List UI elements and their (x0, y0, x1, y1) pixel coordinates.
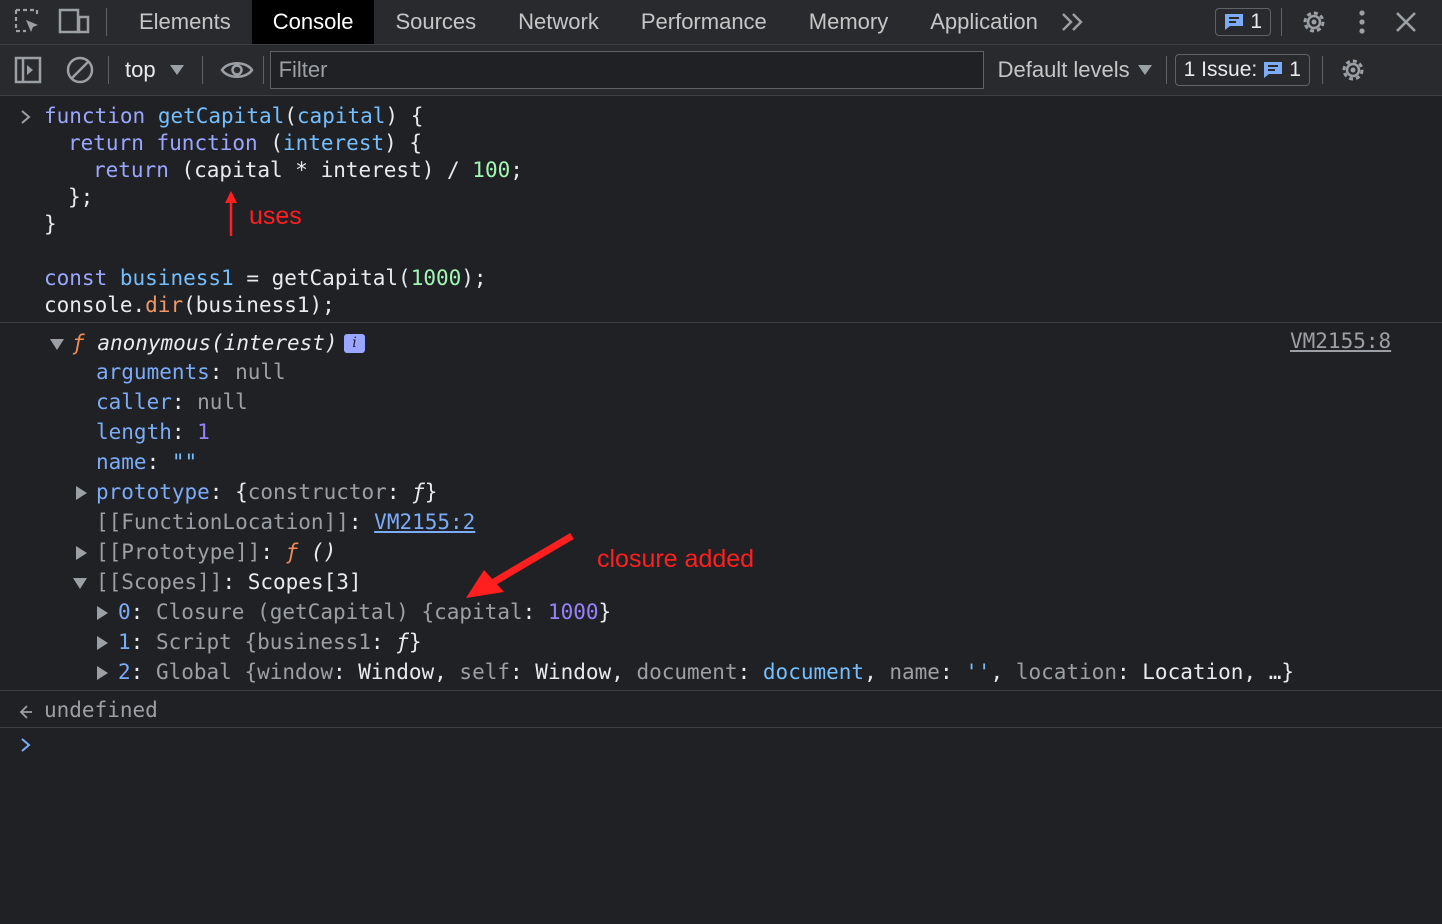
annotation-uses: uses (249, 202, 302, 230)
code-line-6: const business1 = getCapital(1000); (44, 266, 487, 290)
tab-performance[interactable]: Performance (620, 0, 788, 44)
divider (262, 56, 264, 84)
messages-count: 1 (1250, 10, 1262, 33)
message-icon (1225, 14, 1244, 30)
divider (1321, 56, 1323, 84)
tab-memory[interactable]: Memory (788, 0, 909, 44)
prop-scopes[interactable]: [[Scopes]]: Scopes[3] (96, 569, 362, 596)
prop-caller: caller: null (96, 390, 248, 414)
collapse-arrow-icon[interactable] (73, 578, 87, 589)
code-line-4: }; (68, 185, 94, 209)
annotation-arrow-up (225, 191, 237, 236)
devtools-tab-bar: Elements Console Sources Network Perform… (0, 0, 1442, 45)
prop-prototype[interactable]: prototype: {constructor: ƒ} (96, 479, 437, 506)
tab-console[interactable]: Console (251, 0, 375, 44)
prop-prototype-internal[interactable]: [[Prototype]]: ƒ () (96, 539, 336, 566)
annotation-closure-added: closure added (597, 545, 755, 573)
function-header[interactable]: ƒ anonymous(interest) (72, 330, 338, 357)
expand-arrow-icon[interactable] (76, 546, 87, 560)
message-divider (0, 322, 1442, 323)
message-divider (0, 690, 1442, 691)
tab-sources[interactable]: Sources (374, 0, 497, 44)
code-line-1: function getCapital(capital) { (44, 104, 424, 128)
live-expression-eye-icon[interactable] (219, 52, 255, 88)
console-prompt-input[interactable] (40, 732, 1420, 762)
prop-length: length: 1 (96, 420, 210, 444)
scope-closure[interactable]: 0: Closure (getCapital) {capital: 1000} (118, 599, 611, 626)
log-levels-dropdown[interactable]: Default levels (998, 57, 1152, 83)
code-line-7: console.dir(business1); (44, 293, 335, 317)
code-line-2: return function (interest) { (68, 131, 423, 155)
console-settings-gear-icon[interactable] (1335, 52, 1371, 88)
message-divider (0, 727, 1442, 728)
function-location-link[interactable]: VM2155:2 (374, 510, 475, 534)
code-line-5: } (44, 212, 57, 236)
prop-arguments: arguments: null (96, 360, 286, 384)
scope-script[interactable]: 1: Script {business1: ƒ} (118, 629, 422, 656)
input-prompt-chevron-icon (21, 110, 31, 124)
info-icon[interactable]: i (344, 334, 365, 353)
scope-global[interactable]: 2: Global {window: Window, self: Window,… (118, 659, 1294, 686)
tab-network[interactable]: Network (497, 0, 620, 44)
expand-arrow-icon[interactable] (97, 606, 108, 620)
expand-arrow-icon[interactable] (97, 666, 108, 680)
clear-console-icon[interactable] (62, 52, 98, 88)
divider (201, 56, 203, 84)
divider (1165, 56, 1167, 84)
inspect-element-icon[interactable] (10, 4, 46, 40)
issues-badge[interactable]: 1 Issue: 1 (1174, 54, 1310, 86)
expand-arrow-icon[interactable] (97, 636, 108, 650)
issue-message-icon (1264, 62, 1283, 78)
result-value: undefined (44, 698, 158, 722)
tab-elements[interactable]: Elements (115, 0, 252, 44)
divider (108, 56, 109, 84)
result-return-arrow-icon (19, 705, 32, 719)
context-label: top (125, 57, 156, 82)
issues-label: 1 Issue: (1183, 58, 1258, 81)
source-link[interactable]: VM2155:8 (1290, 328, 1391, 355)
dropdown-arrow-icon (169, 65, 184, 75)
prompt-chevron-icon (21, 738, 31, 752)
prop-name: name: "" (96, 450, 198, 474)
console-toolbar: top Filter Default levels 1 Issue: 1 (0, 45, 1442, 96)
settings-gear-icon[interactable] (1296, 4, 1332, 40)
prop-function-location: [[FunctionLocation]]: VM2155:2 (96, 510, 476, 534)
log-levels-label: Default levels (997, 57, 1130, 82)
sidebar-toggle-icon[interactable] (10, 52, 46, 88)
more-options-icon[interactable] (1344, 4, 1380, 40)
code-line-3: return (capital * interest) / 100; (93, 158, 523, 182)
device-toolbar-icon[interactable] (56, 4, 92, 40)
close-icon[interactable] (1388, 4, 1424, 40)
context-selector[interactable]: top (125, 57, 184, 83)
dropdown-arrow-icon (1137, 65, 1152, 75)
expand-arrow-icon[interactable] (76, 486, 87, 500)
tab-application[interactable]: Application (909, 0, 1059, 44)
annotation-arrow-diagonal (466, 532, 574, 598)
divider (1281, 8, 1282, 36)
expand-arrow-icon[interactable] (50, 339, 64, 350)
messages-badge[interactable]: 1 (1215, 8, 1271, 36)
issues-count: 1 (1289, 58, 1301, 81)
more-tabs-chevron-icon[interactable] (1055, 4, 1091, 40)
divider (106, 8, 107, 36)
filter-input[interactable]: Filter (269, 51, 984, 89)
